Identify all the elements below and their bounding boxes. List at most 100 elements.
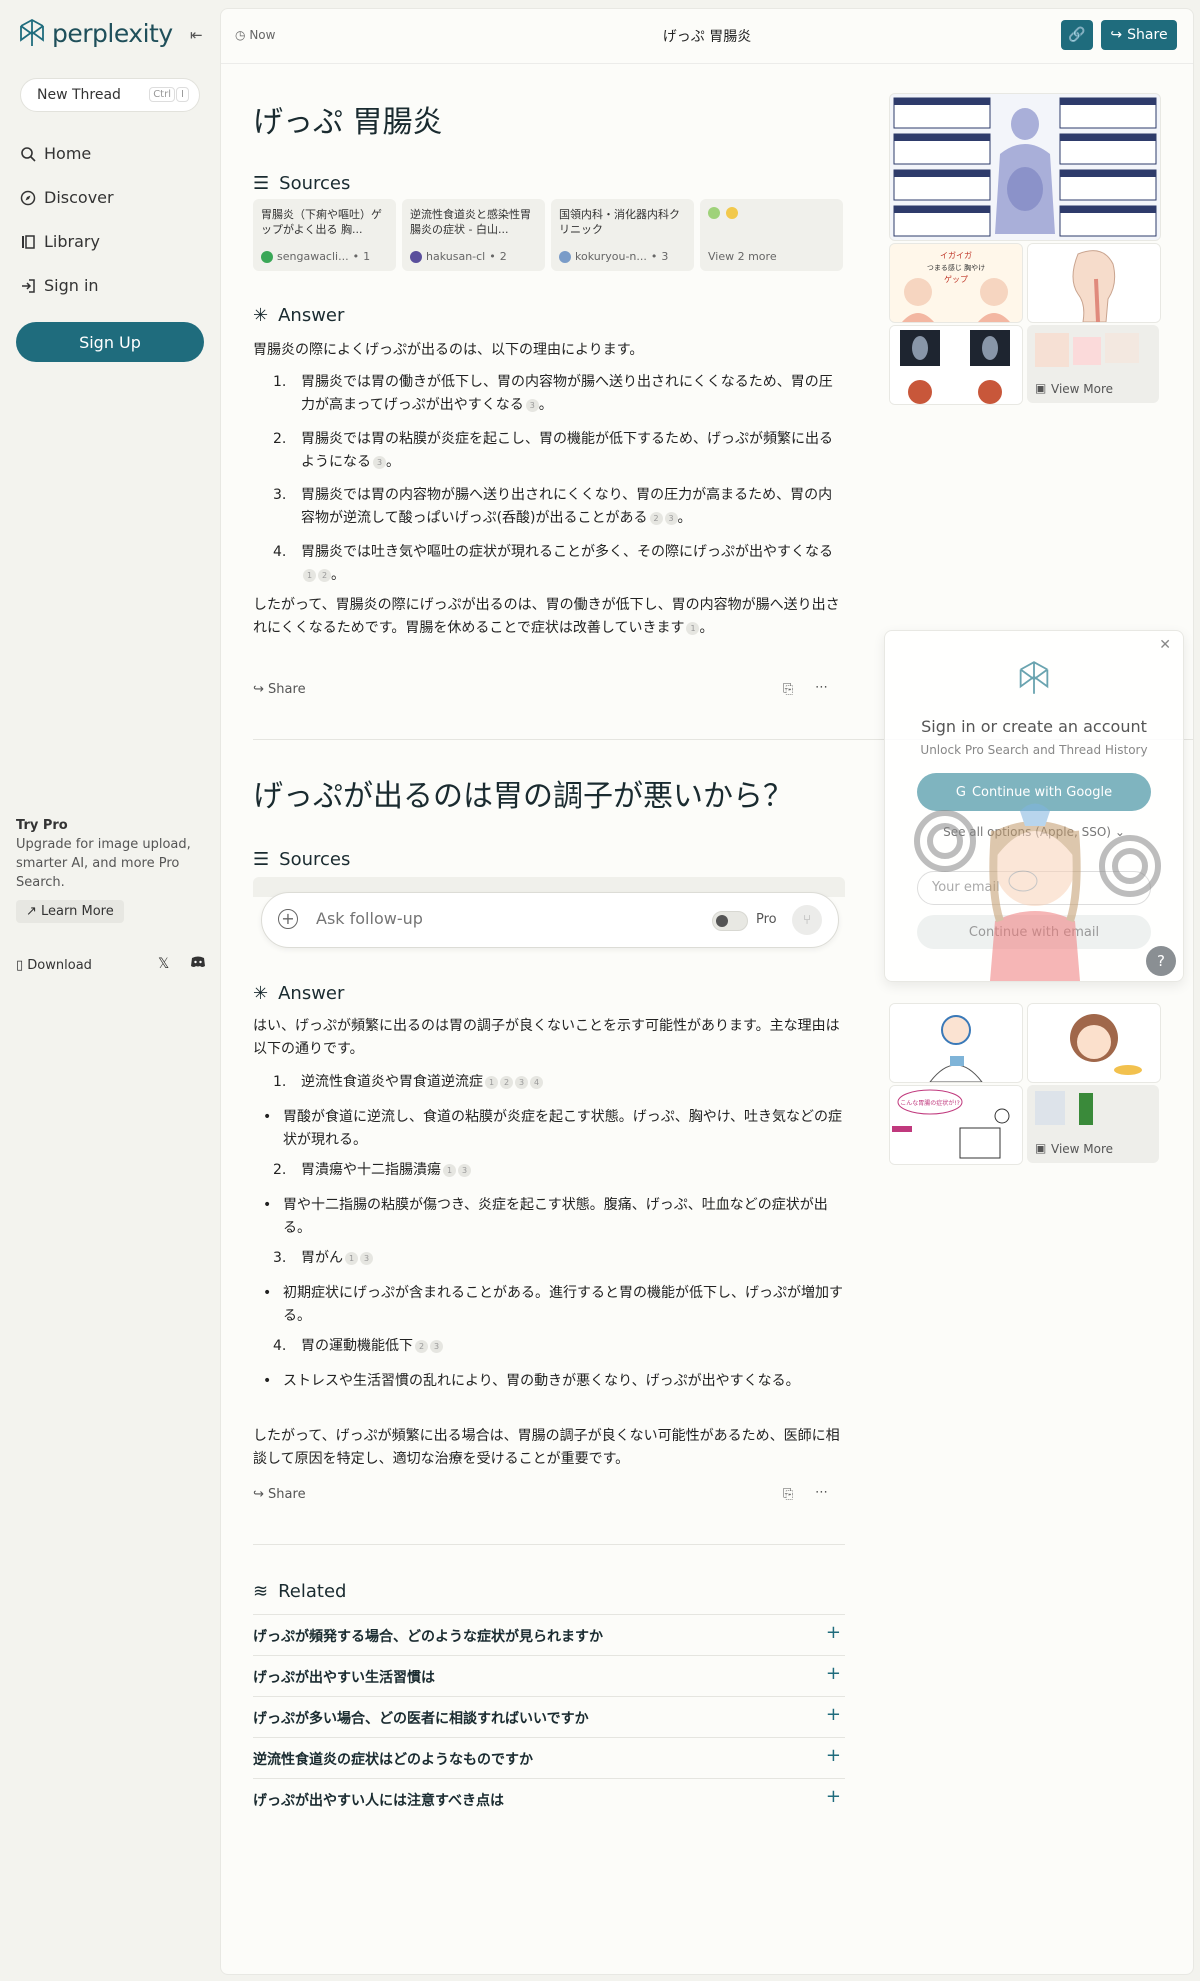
shortcut-ctrl: Ctrl bbox=[149, 87, 175, 102]
submit-button[interactable]: ⑂ bbox=[792, 905, 822, 935]
logo[interactable]: perplexity bbox=[18, 18, 173, 48]
citation[interactable]: 3 bbox=[430, 1339, 443, 1353]
citation[interactable]: 1 bbox=[345, 1251, 358, 1265]
sidebar-item-label: Sign in bbox=[44, 276, 99, 295]
list-text: 胃腸炎では胃の働きが低下し、胃の内容物が腸へ送り出されにくくなるため、胃の圧力が… bbox=[301, 374, 833, 413]
collapse-sidebar-icon[interactable]: ⇤ bbox=[190, 26, 203, 44]
svg-text:つまる感じ 胸やけ: つまる感じ 胸やけ bbox=[927, 263, 985, 272]
share-answer-button[interactable]: ↪ Share bbox=[253, 1487, 306, 1502]
plus-icon: + bbox=[825, 1704, 841, 1725]
image-thumbnail[interactable]: イガイガ つまる感じ 胸やけ ゲップ bbox=[889, 243, 1023, 323]
share-label: Share bbox=[1127, 27, 1168, 43]
image-icon: ▣ bbox=[1035, 1141, 1047, 1155]
sidebar-item-library[interactable]: Library bbox=[20, 232, 100, 251]
source-card[interactable]: 胃腸炎（下痢や嘔吐）ゲップがよく出る 胸... sengawacli... • 1 bbox=[253, 199, 396, 271]
image-thumbnail[interactable]: こんな胃腸の症状が!? bbox=[889, 1085, 1023, 1165]
bullet-item: • 胃や十二指腸の粘膜が傷つき、炎症を起こす状態。腹痛、げっぷ、吐血などの症状が… bbox=[263, 1194, 843, 1240]
answer-conclusion: したがって、胃腸炎の際にげっぷが出るのは、胃の働きが低下し、胃の内容物が腸へ送り… bbox=[253, 597, 840, 636]
list-text: 胃がん bbox=[301, 1250, 343, 1266]
plus-icon: + bbox=[825, 1745, 841, 1766]
sign-up-button[interactable]: Sign Up bbox=[16, 322, 204, 362]
more-options-icon[interactable]: ⋯ bbox=[815, 1485, 828, 1500]
citation[interactable]: 1 bbox=[485, 1075, 498, 1089]
conclusion-text: したがって、胃腸炎の際にげっぷが出るのは、胃の働きが低下し、胃の内容物が腸へ送り… bbox=[253, 597, 840, 636]
list-text: 逆流性食道炎や胃食道逆流症 bbox=[301, 1074, 483, 1090]
share-icon: ↪ bbox=[1110, 27, 1123, 43]
close-icon[interactable]: ✕ bbox=[1159, 637, 1171, 653]
image-thumbnail[interactable] bbox=[889, 93, 1161, 241]
pro-toggle[interactable] bbox=[712, 911, 748, 931]
related-item[interactable]: げっぷが頻発する場合、どのような症状が見られますか + bbox=[253, 1614, 845, 1654]
discord-icon[interactable] bbox=[190, 956, 206, 972]
sidebar-item-home[interactable]: Home bbox=[20, 144, 91, 163]
citation[interactable]: 2 bbox=[500, 1075, 513, 1089]
list-text: 胃の運動機能低下 bbox=[301, 1338, 413, 1354]
bullet-item: • 胃酸が食道に逆流し、食道の粘膜が炎症を起こす状態。げっぷ、胸やけ、吐き気など… bbox=[263, 1106, 843, 1152]
cartoon-desk-image: こんな胃腸の症状が!? bbox=[890, 1086, 1022, 1164]
share-icon: ↪ bbox=[253, 682, 264, 697]
citation[interactable]: 1 bbox=[303, 568, 316, 582]
pro-label: Pro bbox=[756, 912, 777, 927]
share-answer-button[interactable]: ↪ Share bbox=[253, 682, 306, 697]
list-text: 胃腸炎では吐き気や嘔吐の症状が現れることが多く、その際にげっぷが出やすくなる bbox=[301, 544, 833, 560]
main-panel: ◷ Now げっぷ 胃腸炎 🔗 ↪ Share げっぷ 胃腸炎 ☰ Source… bbox=[220, 8, 1194, 1975]
citation[interactable]: 2 bbox=[318, 568, 331, 582]
related-item[interactable]: げっぷが出やすい生活習慣は + bbox=[253, 1655, 845, 1695]
image-thumbnail[interactable] bbox=[889, 325, 1023, 405]
citation[interactable]: 3 bbox=[515, 1075, 528, 1089]
view-more-sources[interactable]: View 2 more bbox=[700, 199, 843, 271]
list-number: 2. bbox=[273, 431, 287, 447]
citation[interactable]: 3 bbox=[664, 511, 678, 525]
sidebar-item-discover[interactable]: Discover bbox=[20, 188, 114, 207]
copy-icon[interactable]: ⎘ bbox=[783, 1487, 793, 1502]
source-number: 2 bbox=[499, 250, 507, 263]
dizzy-person-overlay-image bbox=[914, 803, 1161, 981]
learn-more-button[interactable]: ↗ Learn More bbox=[16, 900, 124, 923]
plus-icon: + bbox=[825, 1663, 841, 1684]
source-card[interactable]: 逆流性食道炎と感染性胃腸炎の症状 - 白山... hakusan-cl • 2 bbox=[402, 199, 545, 271]
sources-list: 胃腸炎（下痢や嘔吐）ゲップがよく出る 胸... sengawacli... • 1 … bbox=[253, 199, 843, 271]
more-options-icon[interactable]: ⋯ bbox=[815, 680, 828, 695]
device-icon: ▯ bbox=[16, 958, 24, 973]
download-link[interactable]: ▯ Download bbox=[16, 958, 92, 973]
image-icon: ▣ bbox=[1035, 381, 1047, 395]
citation[interactable]: 3 bbox=[458, 1163, 471, 1177]
image-thumbnail[interactable] bbox=[1027, 1003, 1161, 1083]
citation[interactable]: 3 bbox=[373, 455, 386, 469]
image-thumbnail[interactable] bbox=[1027, 243, 1161, 323]
x-icon[interactable]: 𝕏 bbox=[158, 956, 169, 972]
learn-more-label: Learn More bbox=[41, 904, 114, 919]
related-item[interactable]: 逆流性食道炎の症状はどのようなものですか + bbox=[253, 1737, 845, 1777]
answer-intro: はい、げっぷが頻繁に出るのは胃の調子が良くないことを示す可能性があります。主な理… bbox=[253, 1018, 840, 1057]
sidebar-item-sign-in[interactable]: Sign in bbox=[20, 276, 99, 295]
view-more-images[interactable]: ▣ View More bbox=[1027, 1085, 1159, 1163]
sources-heading: ☰ Sources bbox=[253, 173, 350, 194]
citation[interactable]: 1 bbox=[686, 621, 700, 635]
share-button[interactable]: ↪ Share bbox=[1101, 20, 1177, 50]
source-card[interactable]: 国領内科・消化器内科クリニック kokuryou-n... • 3 bbox=[551, 199, 694, 271]
attach-plus-icon[interactable]: + bbox=[278, 909, 298, 929]
new-thread-button[interactable]: New Thread Ctrl I bbox=[20, 78, 200, 112]
citation[interactable]: 2 bbox=[415, 1339, 428, 1353]
citation[interactable]: 3 bbox=[525, 398, 539, 412]
compass-icon bbox=[20, 190, 36, 205]
list-number: 1. bbox=[273, 1074, 287, 1090]
citation[interactable]: 3 bbox=[360, 1251, 373, 1265]
follow-up-input[interactable] bbox=[314, 908, 618, 929]
citation[interactable]: 1 bbox=[443, 1163, 456, 1177]
citation[interactable]: 4 bbox=[530, 1075, 543, 1089]
help-button[interactable]: ? bbox=[1146, 946, 1176, 976]
top-bar: ◷ Now げっぷ 胃腸炎 🔗 ↪ Share bbox=[221, 9, 1193, 64]
copy-link-button[interactable]: 🔗 bbox=[1061, 20, 1093, 50]
list-item: 3. 胃腸炎では胃の内容物が腸へ送り出されにくくなり、胃の圧力が高まるため、胃の… bbox=[273, 484, 841, 530]
citation[interactable]: 2 bbox=[649, 511, 663, 525]
view-more-images[interactable]: ▣ View More bbox=[1027, 325, 1159, 403]
source-favicon-icon bbox=[726, 207, 738, 219]
girl-illustration-image bbox=[1028, 1004, 1160, 1082]
answer-icon: ✳ bbox=[253, 983, 269, 1004]
related-item[interactable]: げっぷが多い場合、どの医者に相談すればいいですか + bbox=[253, 1696, 845, 1736]
source-site: sengawacli... bbox=[277, 250, 349, 263]
image-thumbnail[interactable] bbox=[889, 1003, 1023, 1083]
copy-icon[interactable]: ⎘ bbox=[783, 682, 793, 697]
related-item[interactable]: げっぷが出やすい人には注意すべき点は + bbox=[253, 1778, 845, 1818]
